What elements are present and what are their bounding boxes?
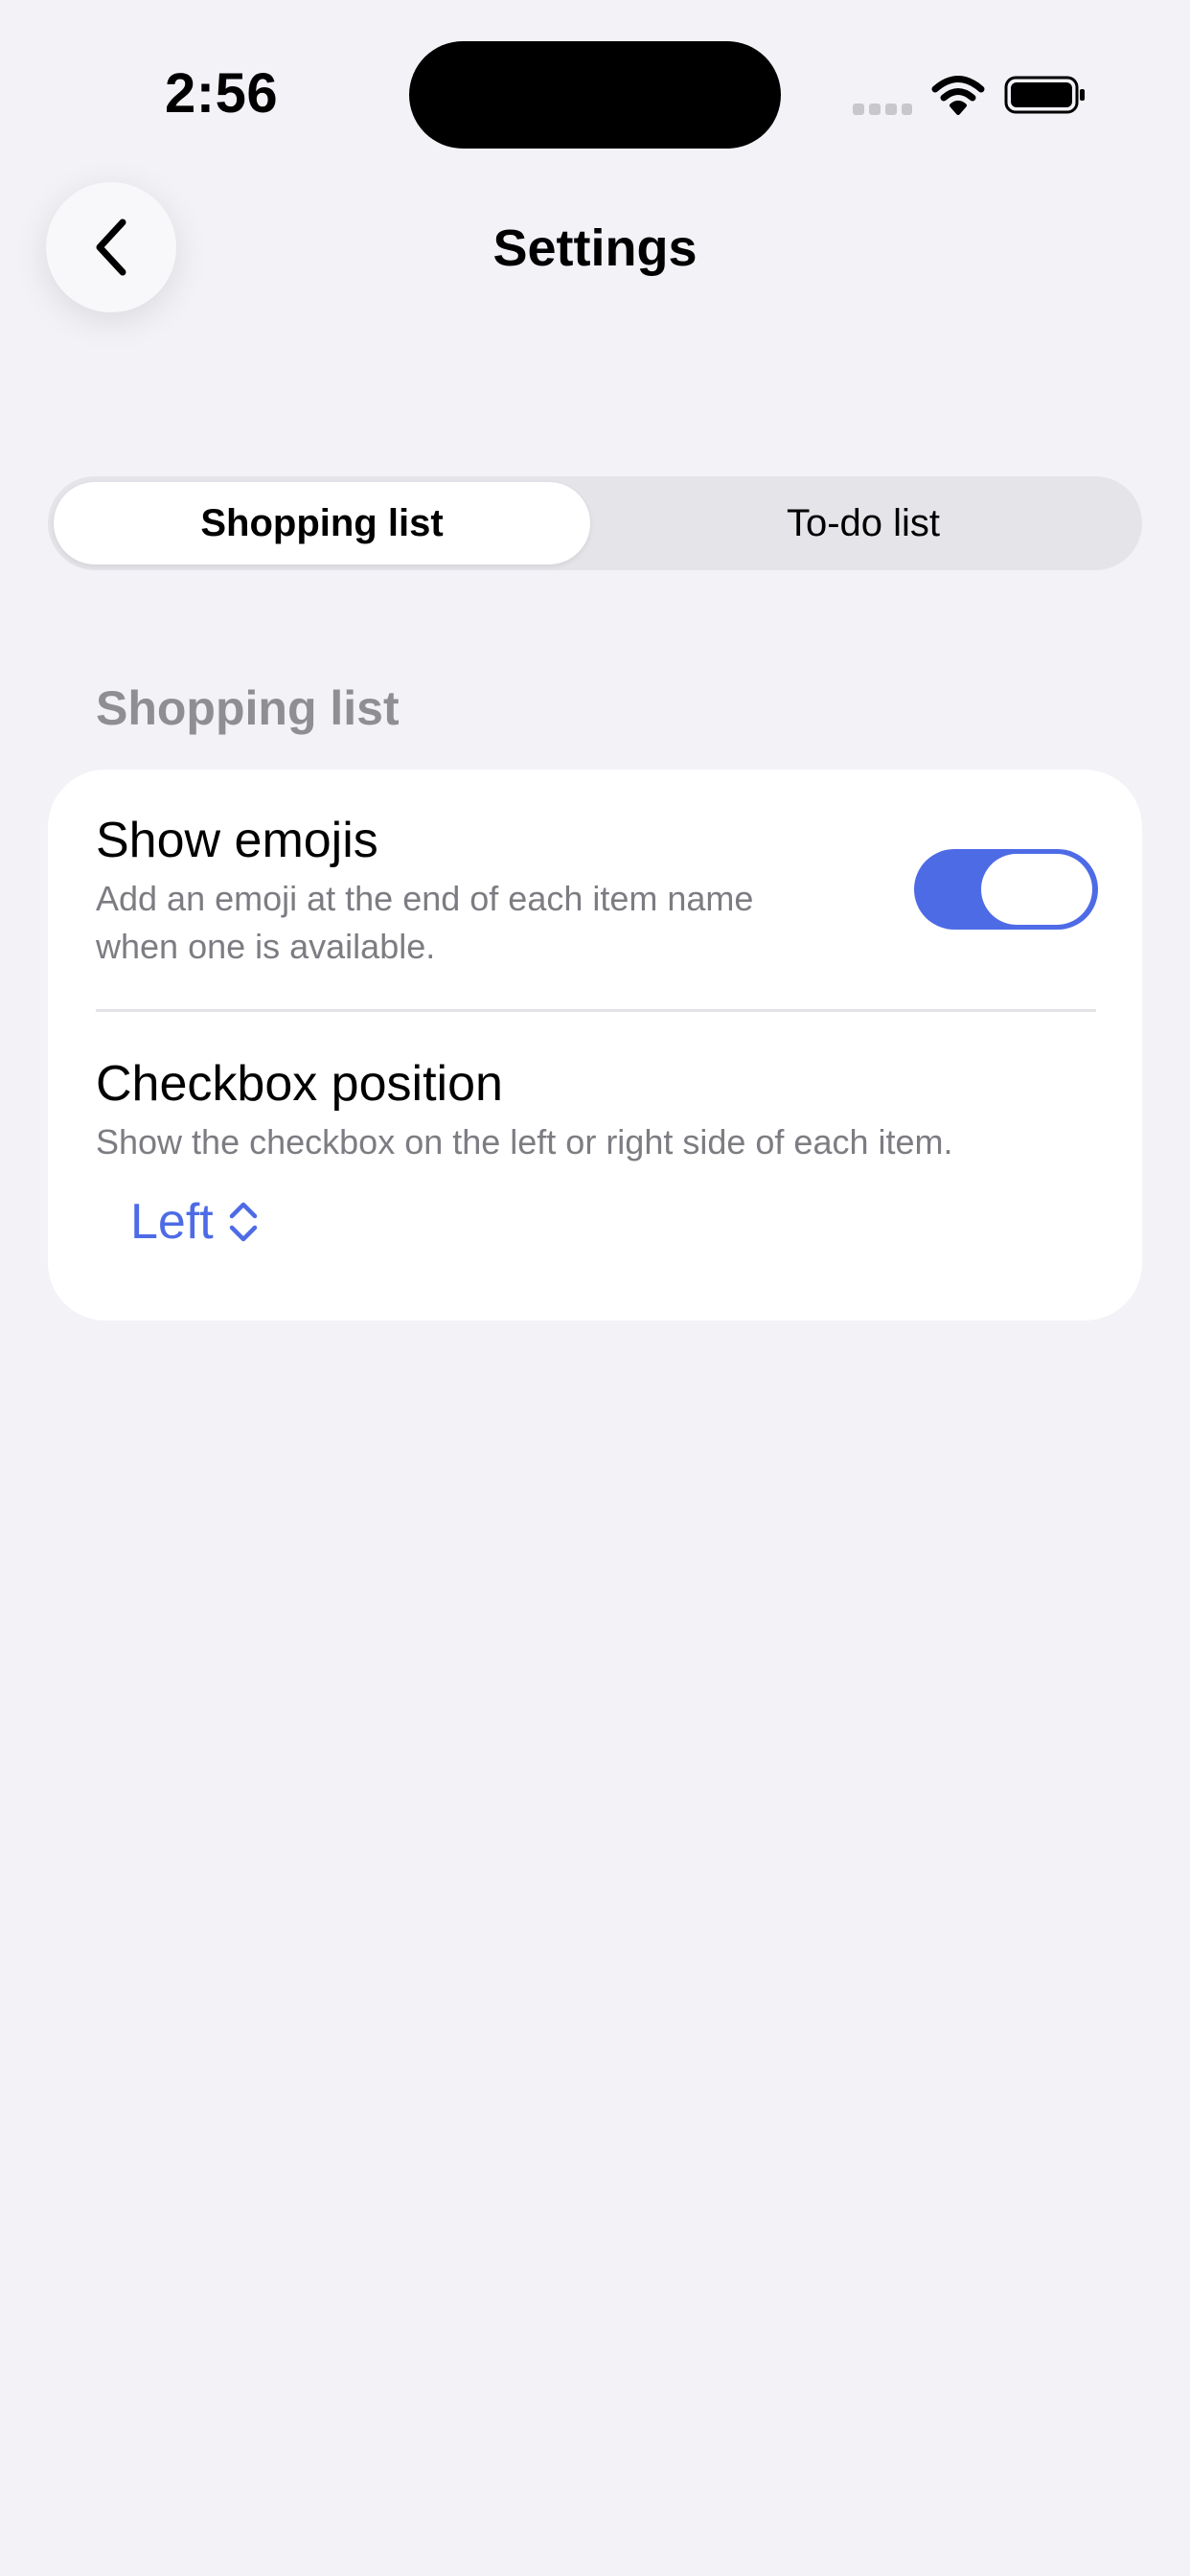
show-emojis-description-line-1: Add an emoji at the end of each item nam… — [96, 879, 754, 918]
chevron-up-down-icon — [229, 1202, 257, 1242]
checkbox-position-value: Left — [130, 1194, 214, 1250]
list-type-segmented-control: Shopping list To-do list — [48, 476, 1142, 570]
show-emojis-description-line-2: when one is available. — [96, 927, 436, 966]
checkbox-position-picker[interactable]: Left — [130, 1193, 260, 1251]
show-emojis-description: Add an emoji at the end of each item nam… — [96, 875, 753, 971]
wifi-icon — [931, 76, 985, 115]
status-time: 2:56 — [165, 62, 279, 125]
cellular-signal-icon — [853, 104, 912, 115]
row-divider — [96, 1009, 1096, 1012]
checkbox-position-description: Show the checkbox on the left or right s… — [96, 1122, 953, 1162]
dynamic-island — [409, 41, 781, 149]
tab-shopping-list[interactable]: Shopping list — [54, 482, 590, 564]
checkbox-position-title: Checkbox position — [96, 1056, 503, 1112]
show-emojis-title: Show emojis — [96, 813, 378, 868]
settings-card: Show emojis Add an emoji at the end of e… — [48, 770, 1142, 1321]
show-emojis-toggle[interactable] — [914, 849, 1098, 930]
battery-icon — [1004, 76, 1085, 114]
section-header: Shopping list — [96, 681, 400, 735]
page-title: Settings — [492, 219, 698, 277]
toggle-knob — [981, 854, 1092, 925]
tab-to-do-list[interactable]: To-do list — [590, 482, 1136, 564]
